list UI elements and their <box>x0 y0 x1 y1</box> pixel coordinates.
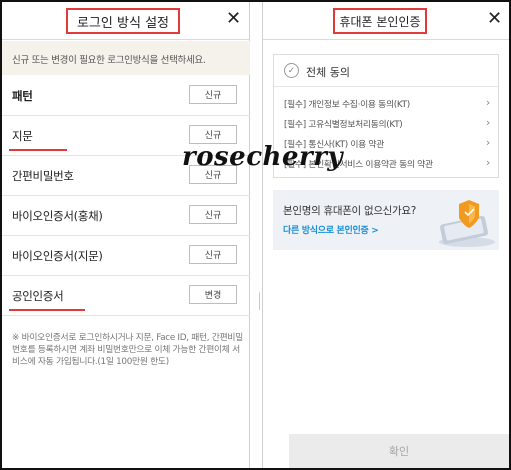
certificate-highlight-underline <box>9 309 85 311</box>
consent-item-privacy[interactable]: [필수] 개인정보 수집·이용 동의(KT) › <box>284 96 490 115</box>
chevron-right-icon: › <box>485 116 490 129</box>
no-phone-banner[interactable]: 본인명의 휴대폰이 없으신가요? 다른 방식으로 본인인증 > <box>273 190 499 250</box>
method-label-pattern: 패턴 <box>12 89 33 103</box>
close-icon[interactable]: ✕ <box>226 10 241 28</box>
method-row-bio-fingerprint[interactable]: 바이오인증서(지문) 신규 <box>2 236 250 276</box>
consent-item-label: [필수] 고유식별정보처리동의(KT) <box>284 120 403 130</box>
consent-all-row[interactable]: ✓ 전체 동의 <box>274 55 498 87</box>
consent-item-label: [필수] 개인정보 수집·이용 동의(KT) <box>284 100 410 110</box>
chevron-right-icon: › <box>485 156 490 169</box>
close-icon[interactable]: ✕ <box>487 10 502 28</box>
phone-illustration <box>439 200 495 247</box>
method-label-simple-password: 간편비밀번호 <box>12 169 74 183</box>
method-label-certificate: 공인인증서 <box>12 289 64 303</box>
method-label-bio-fingerprint: 바이오인증서(지문) <box>12 249 103 263</box>
method-label-bio-iris: 바이오인증서(홍채) <box>12 209 103 223</box>
login-method-panel: 로그인 방식 설정 ✕ 신규 또는 변경이 필요한 로그인방식을 선택하세요. … <box>2 2 250 468</box>
phone-verification-header: 휴대폰 본인인증 ✕ <box>263 2 509 40</box>
method-label-fingerprint: 지문 <box>12 129 33 143</box>
chevron-right-icon: › <box>485 136 490 149</box>
login-method-title: 로그인 방식 설정 <box>66 8 180 34</box>
consent-item-unique-id[interactable]: [필수] 고유식별정보처리동의(KT) › <box>284 116 490 135</box>
certificate-change-button[interactable]: 변경 <box>189 285 237 304</box>
fingerprint-highlight-underline <box>9 149 67 151</box>
method-row-bio-iris[interactable]: 바이오인증서(홍채) 신규 <box>2 196 250 236</box>
confirm-button[interactable]: 확인 <box>289 434 509 468</box>
simple-transfer-note: ※ 바이오인증서로 로그인하시거나 지문, Face ID, 패턴, 간편비밀번… <box>12 333 243 368</box>
phone-verification-panel: 휴대폰 본인인증 ✕ ✓ 전체 동의 [필수] 개인정보 수집·이용 동의(KT… <box>262 2 509 468</box>
consent-all-label: 전체 동의 <box>306 66 350 79</box>
bio-iris-new-button[interactable]: 신규 <box>189 205 237 224</box>
phone-verification-title: 휴대폰 본인인증 <box>333 8 427 34</box>
login-method-description: 신규 또는 변경이 필요한 로그인방식을 선택하세요. <box>2 41 250 75</box>
method-row-certificate[interactable]: 공인인증서 변경 <box>2 276 250 316</box>
pattern-new-button[interactable]: 신규 <box>189 85 237 104</box>
watermark-text: rosecherry <box>182 142 343 172</box>
check-circle-icon[interactable]: ✓ <box>284 63 299 78</box>
banner-title: 본인명의 휴대폰이 없으신가요? <box>283 205 417 217</box>
method-row-pattern[interactable]: 패턴 신규 <box>2 76 250 116</box>
chevron-right-icon: › <box>485 96 490 109</box>
login-method-header: 로그인 방식 설정 ✕ <box>2 2 250 40</box>
other-verification-link[interactable]: 다른 방식으로 본인인증 > <box>283 223 379 236</box>
bio-fingerprint-new-button[interactable]: 신규 <box>189 245 237 264</box>
